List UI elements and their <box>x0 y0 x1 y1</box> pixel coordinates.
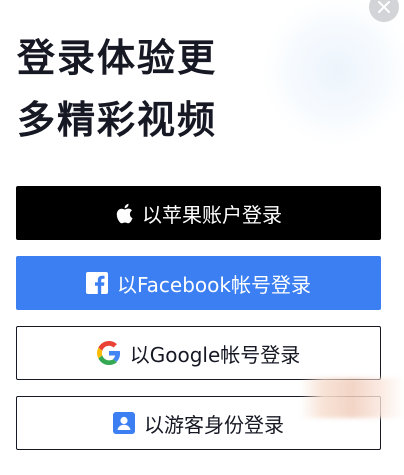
login-headline: 登录体验更 多精彩视频 <box>17 27 217 151</box>
close-icon <box>378 1 390 13</box>
apple-login-label: 以苹果账户登录 <box>142 202 282 227</box>
apple-icon <box>115 203 133 224</box>
google-icon <box>96 341 121 365</box>
headline-line-2: 多精彩视频 <box>17 98 218 142</box>
facebook-login-button[interactable]: 以Facebook帐号登录 <box>16 256 381 310</box>
facebook-login-label: 以Facebook帐号登录 <box>117 272 311 297</box>
apple-login-button[interactable]: 以苹果账户登录 <box>16 186 381 240</box>
blurred-overlay-patch <box>300 378 404 418</box>
facebook-icon <box>86 272 108 294</box>
headline-line-1: 登录体验更 <box>17 36 218 80</box>
google-login-button[interactable]: 以Google帐号登录 <box>16 326 381 380</box>
guest-user-icon <box>113 412 135 434</box>
guest-login-label: 以游客身份登录 <box>144 412 284 437</box>
google-login-label: 以Google帐号登录 <box>129 342 301 367</box>
